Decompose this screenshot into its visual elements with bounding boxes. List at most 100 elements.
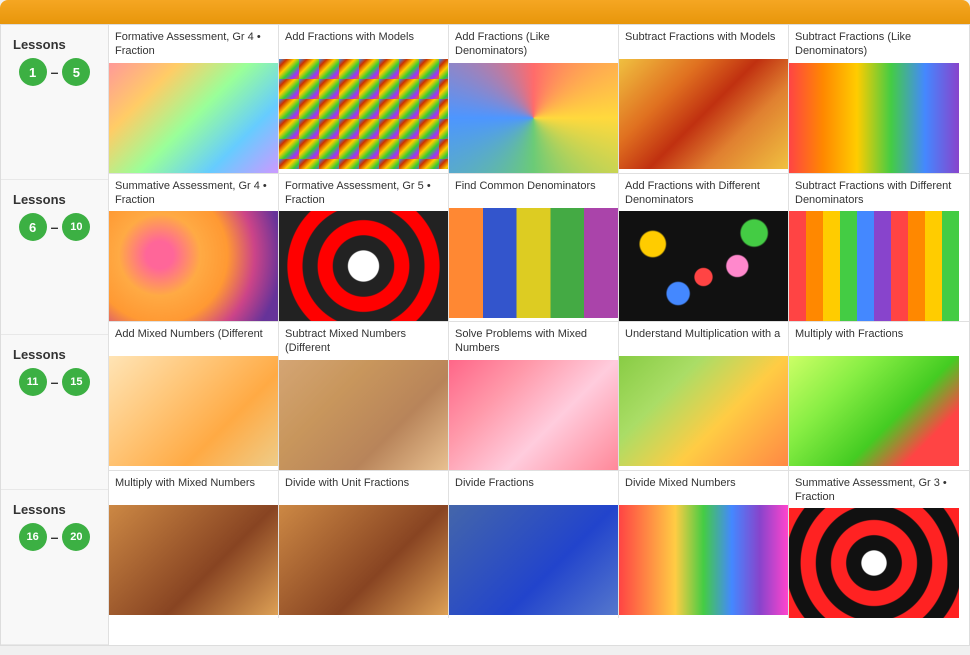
lesson-thumbnail <box>279 505 448 619</box>
thumbnail-image <box>619 211 788 321</box>
lesson-thumbnail <box>789 63 959 173</box>
lesson-title: Multiply with Mixed Numbers <box>109 471 278 505</box>
lesson-cell[interactable]: Add Fractions with Models <box>279 25 449 173</box>
lesson-thumbnail <box>789 508 959 618</box>
lesson-cell[interactable]: Formative Assessment, Gr 4 • Fraction <box>109 25 279 173</box>
lesson-cell[interactable]: Multiply with Fractions <box>789 322 959 470</box>
lessons-sidebar: Lessons1–5Lessons6–10Lessons11–15Lessons… <box>1 25 109 645</box>
lesson-cell[interactable]: Find Common Denominators <box>449 174 619 322</box>
lesson-thumbnail <box>449 63 618 173</box>
lesson-title: Divide Mixed Numbers <box>619 471 788 505</box>
lesson-thumbnail <box>449 505 618 619</box>
lesson-cell[interactable]: Divide Fractions <box>449 471 619 619</box>
grid-row-4: Multiply with Mixed NumbersDivide with U… <box>109 471 969 619</box>
lesson-title: Summative Assessment, Gr 3 • Fraction <box>789 471 959 509</box>
lesson-title: Add Fractions with Different Denominator… <box>619 174 788 212</box>
lesson-cell[interactable]: Subtract Fractions with Different Denomi… <box>789 174 959 322</box>
lessons-label: Lessons <box>13 37 66 52</box>
lesson-thumbnail <box>109 63 278 173</box>
lesson-cell[interactable]: Subtract Fractions (Like Denominators) <box>789 25 959 173</box>
thumbnail-image <box>619 356 788 466</box>
lesson-cell[interactable]: Formative Assessment, Gr 5 • Fraction <box>279 174 449 322</box>
lessons-grid: Formative Assessment, Gr 4 • FractionAdd… <box>109 25 969 645</box>
lesson-cell[interactable]: Divide Mixed Numbers <box>619 471 789 619</box>
thumbnail-image <box>789 211 959 321</box>
thumbnail-image <box>109 211 278 321</box>
lesson-cell[interactable]: Divide with Unit Fractions <box>279 471 449 619</box>
lesson-title: Subtract Mixed Numbers (Different <box>279 322 448 360</box>
thumbnail-image <box>449 63 618 173</box>
lesson-start-badge: 11 <box>19 368 47 396</box>
lesson-range-dash: – <box>51 64 59 80</box>
lesson-title: Solve Problems with Mixed Numbers <box>449 322 618 360</box>
lesson-number-range: 16–20 <box>19 523 91 551</box>
thumbnail-image <box>789 508 959 618</box>
thumbnail-image <box>789 63 959 173</box>
thumbnail-image <box>279 505 448 615</box>
lesson-start-badge: 1 <box>19 58 47 86</box>
lesson-title: Multiply with Fractions <box>789 322 959 356</box>
lessons-group-2: Lessons 6–10 <box>1 180 108 335</box>
lesson-start-badge: 16 <box>19 523 47 551</box>
lesson-title: Understand Multiplication with a <box>619 322 788 356</box>
lesson-end-badge: 20 <box>62 523 90 551</box>
lesson-thumbnail <box>279 59 448 173</box>
lesson-cell[interactable]: Subtract Mixed Numbers (Different <box>279 322 449 470</box>
lesson-title: Add Fractions (Like Denominators) <box>449 25 618 63</box>
thumbnail-image <box>449 505 618 615</box>
lessons-group-1: Lessons 1–5 <box>1 25 108 180</box>
lesson-range-dash: – <box>51 374 59 390</box>
thumbnail-image <box>109 63 278 173</box>
lesson-thumbnail <box>279 360 448 470</box>
thumbnail-image <box>279 360 448 470</box>
lesson-thumbnail <box>619 505 788 619</box>
lesson-range-dash: – <box>51 529 59 545</box>
thumbnail-image <box>279 211 448 321</box>
lesson-title: Formative Assessment, Gr 4 • Fraction <box>109 25 278 63</box>
lesson-thumbnail <box>449 208 618 322</box>
lesson-cell[interactable]: Subtract Fractions with Models <box>619 25 789 173</box>
lesson-thumbnail <box>619 211 788 321</box>
thumbnail-image <box>109 505 278 615</box>
lesson-title: Subtract Fractions with Models <box>619 25 788 59</box>
lesson-range-dash: – <box>51 219 59 235</box>
lesson-title: Add Mixed Numbers (Different <box>109 322 278 356</box>
lessons-label: Lessons <box>13 502 66 517</box>
lesson-thumbnail <box>109 505 278 619</box>
thumbnail-image <box>449 208 618 318</box>
lesson-cell[interactable]: Summative Assessment, Gr 3 • Fraction <box>789 471 959 619</box>
lesson-title: Subtract Fractions (Like Denominators) <box>789 25 959 63</box>
lesson-end-badge: 10 <box>62 213 90 241</box>
grid-row-3: Add Mixed Numbers (DifferentSubtract Mix… <box>109 322 969 471</box>
grid-row-2: Summative Assessment, Gr 4 • FractionFor… <box>109 174 969 323</box>
lesson-cell[interactable]: Add Mixed Numbers (Different <box>109 322 279 470</box>
thumbnail-image <box>109 356 278 466</box>
lessons-label: Lessons <box>13 192 66 207</box>
lesson-title: Divide Fractions <box>449 471 618 505</box>
lesson-cell[interactable]: Add Fractions (Like Denominators) <box>449 25 619 173</box>
lesson-thumbnail <box>619 356 788 470</box>
lesson-thumbnail <box>789 211 959 321</box>
app-container: Lessons1–5Lessons6–10Lessons11–15Lessons… <box>0 0 970 646</box>
page-header <box>0 0 970 24</box>
lesson-thumbnail <box>449 360 618 470</box>
lesson-end-badge: 5 <box>62 58 90 86</box>
thumbnail-image <box>789 356 959 466</box>
lesson-end-badge: 15 <box>62 368 90 396</box>
lesson-cell[interactable]: Summative Assessment, Gr 4 • Fraction <box>109 174 279 322</box>
thumbnail-image <box>619 505 788 615</box>
lesson-cell[interactable]: Add Fractions with Different Denominator… <box>619 174 789 322</box>
lessons-label: Lessons <box>13 347 66 362</box>
lesson-cell[interactable]: Multiply with Mixed Numbers <box>109 471 279 619</box>
lesson-title: Summative Assessment, Gr 4 • Fraction <box>109 174 278 212</box>
main-content: Lessons1–5Lessons6–10Lessons11–15Lessons… <box>0 24 970 646</box>
lesson-number-range: 11–15 <box>19 368 91 396</box>
lesson-cell[interactable]: Solve Problems with Mixed Numbers <box>449 322 619 470</box>
lesson-thumbnail <box>109 211 278 321</box>
lessons-group-4: Lessons 16–20 <box>1 490 108 645</box>
lesson-title: Add Fractions with Models <box>279 25 448 59</box>
thumbnail-image <box>279 59 448 169</box>
grid-row-1: Formative Assessment, Gr 4 • FractionAdd… <box>109 25 969 174</box>
lesson-start-badge: 6 <box>19 213 47 241</box>
lesson-cell[interactable]: Understand Multiplication with a <box>619 322 789 470</box>
